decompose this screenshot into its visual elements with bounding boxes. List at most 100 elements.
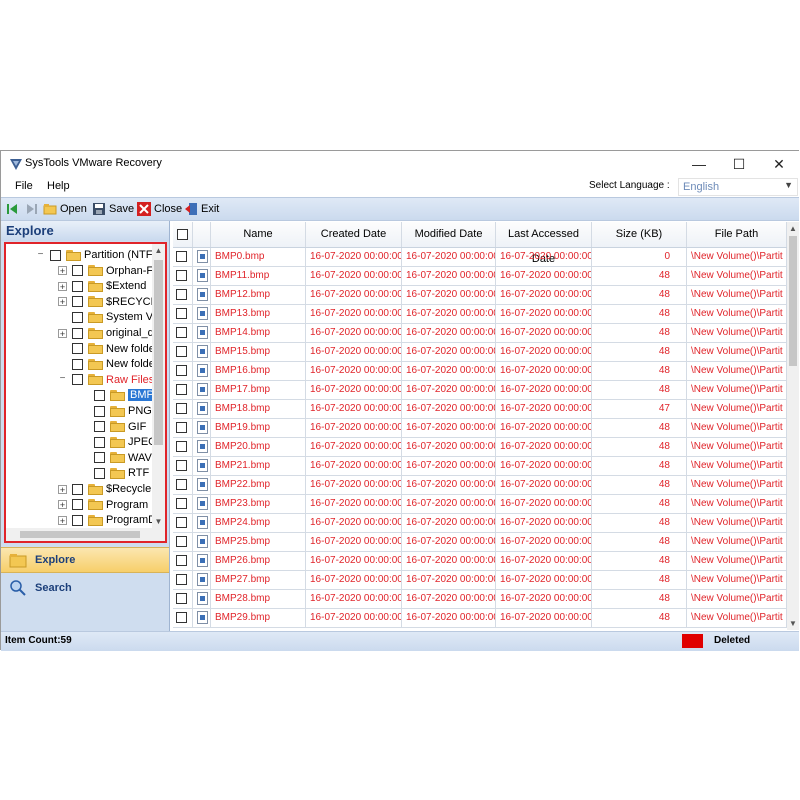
- column-header-name[interactable]: Name: [211, 222, 306, 247]
- row-checkbox-cell[interactable]: [173, 609, 193, 627]
- column-header-accessed[interactable]: Last Accessed Date: [496, 222, 592, 265]
- tree-checkbox[interactable]: [72, 483, 83, 495]
- column-header-modified[interactable]: Modified Date: [402, 222, 496, 247]
- menu-help[interactable]: Help: [47, 180, 70, 192]
- tree-node[interactable]: PNG: [80, 403, 152, 419]
- tree-checkbox[interactable]: [72, 311, 83, 323]
- row-checkbox-cell[interactable]: [173, 343, 193, 361]
- table-row[interactable]: BMP0.bmp 16-07-2020 00:00:00 16-07-2020 00…: [173, 248, 787, 267]
- table-row[interactable]: BMP21.bmp 16-07-2020 00:00:00 16-07-2020 0…: [173, 457, 787, 476]
- expand-icon[interactable]: +: [58, 500, 67, 510]
- tree-node[interactable]: RTF: [80, 465, 149, 481]
- close-button[interactable]: Close: [137, 201, 182, 217]
- tree-checkbox[interactable]: [94, 421, 105, 433]
- row-checkbox[interactable]: [176, 593, 187, 604]
- row-checkbox[interactable]: [176, 422, 187, 433]
- row-checkbox[interactable]: [176, 365, 187, 376]
- row-checkbox[interactable]: [176, 517, 187, 528]
- select-all-checkbox[interactable]: [177, 229, 188, 240]
- tree-node[interactable]: + $Recycle.E: [58, 481, 162, 497]
- row-checkbox-cell[interactable]: [173, 362, 193, 380]
- tree-checkbox[interactable]: [72, 280, 83, 292]
- table-row[interactable]: BMP14.bmp 16-07-2020 00:00:00 16-07-2020 0…: [173, 324, 787, 343]
- expand-icon[interactable]: +: [58, 484, 67, 494]
- table-row[interactable]: BMP17.bmp 16-07-2020 00:00:00 16-07-2020 0…: [173, 381, 787, 400]
- tree-node[interactable]: + Program F: [58, 497, 158, 513]
- row-checkbox[interactable]: [176, 403, 187, 414]
- row-checkbox[interactable]: [176, 270, 187, 281]
- table-row[interactable]: BMP29.bmp 16-07-2020 00:00:00 16-07-2020 0…: [173, 609, 787, 628]
- table-row[interactable]: BMP15.bmp 16-07-2020 00:00:00 16-07-2020 0…: [173, 343, 787, 362]
- tree-checkbox[interactable]: [72, 265, 83, 277]
- table-row[interactable]: BMP24.bmp 16-07-2020 00:00:00 16-07-2020 0…: [173, 514, 787, 533]
- table-row[interactable]: BMP23.bmp 16-07-2020 00:00:00 16-07-2020 0…: [173, 495, 787, 514]
- row-checkbox[interactable]: [176, 536, 187, 547]
- row-checkbox-cell[interactable]: [173, 476, 193, 494]
- tree-checkbox[interactable]: [72, 327, 83, 339]
- tree-vertical-scrollbar[interactable]: ▲ ▼: [152, 244, 165, 541]
- row-checkbox-cell[interactable]: [173, 495, 193, 513]
- row-checkbox-cell[interactable]: [173, 514, 193, 532]
- tree-checkbox[interactable]: [72, 514, 83, 526]
- tree-checkbox[interactable]: [72, 296, 83, 308]
- row-checkbox-cell[interactable]: [173, 248, 193, 266]
- tree-node[interactable]: GIF: [80, 419, 146, 435]
- last-page-icon[interactable]: [26, 203, 38, 215]
- folder-tree[interactable]: − Partition (NTFS + Orphan-F + $Extend + $RECYC…: [4, 242, 167, 543]
- tree-node[interactable]: − Raw Files: [58, 372, 154, 388]
- expand-icon[interactable]: +: [58, 328, 67, 338]
- first-page-icon[interactable]: [6, 203, 18, 215]
- row-checkbox[interactable]: [176, 612, 187, 623]
- tree-scroll-thumb[interactable]: [154, 260, 163, 445]
- row-checkbox[interactable]: [176, 498, 187, 509]
- tree-node[interactable]: WAV: [80, 450, 152, 466]
- row-checkbox-cell[interactable]: [173, 305, 193, 323]
- exit-button[interactable]: Exit: [184, 201, 219, 217]
- tree-checkbox[interactable]: [94, 467, 105, 479]
- tree-horizontal-scrollbar[interactable]: [6, 528, 165, 541]
- row-checkbox-cell[interactable]: [173, 267, 193, 285]
- minimize-button[interactable]: —: [679, 151, 719, 177]
- collapse-icon[interactable]: −: [36, 249, 45, 260]
- row-checkbox-cell[interactable]: [173, 419, 193, 437]
- row-checkbox[interactable]: [176, 289, 187, 300]
- scroll-down-icon[interactable]: ▼: [152, 517, 165, 526]
- row-checkbox[interactable]: [176, 441, 187, 452]
- table-row[interactable]: BMP11.bmp 16-07-2020 00:00:00 16-07-2020 0…: [173, 267, 787, 286]
- table-row[interactable]: BMP27.bmp 16-07-2020 00:00:00 16-07-2020 0…: [173, 571, 787, 590]
- tree-node[interactable]: + original_d: [58, 325, 154, 341]
- save-button[interactable]: Save: [92, 201, 134, 217]
- row-checkbox[interactable]: [176, 251, 187, 262]
- collapse-icon[interactable]: −: [58, 374, 67, 385]
- close-window-button[interactable]: ✕: [759, 151, 799, 177]
- expand-icon[interactable]: +: [58, 266, 67, 276]
- row-checkbox-cell[interactable]: [173, 590, 193, 608]
- row-checkbox-cell[interactable]: [173, 457, 193, 475]
- expand-icon[interactable]: +: [58, 297, 67, 307]
- grid-scroll-down-icon[interactable]: ▼: [787, 619, 799, 628]
- table-row[interactable]: BMP16.bmp 16-07-2020 00:00:00 16-07-2020 0…: [173, 362, 787, 381]
- tree-checkbox[interactable]: [72, 343, 83, 355]
- tree-node[interactable]: System Vc: [58, 309, 159, 325]
- row-checkbox[interactable]: [176, 346, 187, 357]
- tree-checkbox[interactable]: [72, 499, 83, 511]
- explore-nav-button[interactable]: Explore: [1, 547, 169, 573]
- table-row[interactable]: BMP20.bmp 16-07-2020 00:00:00 16-07-2020 0…: [173, 438, 787, 457]
- search-nav-button[interactable]: Search: [1, 575, 169, 601]
- row-checkbox-cell[interactable]: [173, 571, 193, 589]
- row-checkbox-cell[interactable]: [173, 324, 193, 342]
- tree-hscroll-thumb[interactable]: [20, 531, 140, 538]
- grid-vertical-scrollbar[interactable]: ▲ ▼: [787, 222, 799, 630]
- row-checkbox[interactable]: [176, 479, 187, 490]
- open-button[interactable]: Open: [43, 201, 87, 217]
- row-checkbox[interactable]: [176, 555, 187, 566]
- row-checkbox[interactable]: [176, 574, 187, 585]
- tree-node[interactable]: + $RECYCLE: [58, 294, 164, 310]
- expand-icon[interactable]: +: [58, 281, 67, 291]
- tree-node[interactable]: JPEG: [80, 434, 157, 450]
- tree-checkbox[interactable]: [94, 389, 105, 401]
- table-row[interactable]: BMP13.bmp 16-07-2020 00:00:00 16-07-2020 0…: [173, 305, 787, 324]
- column-header-path[interactable]: File Path: [687, 222, 787, 247]
- table-row[interactable]: BMP19.bmp 16-07-2020 00:00:00 16-07-2020 0…: [173, 419, 787, 438]
- tree-checkbox[interactable]: [94, 405, 105, 417]
